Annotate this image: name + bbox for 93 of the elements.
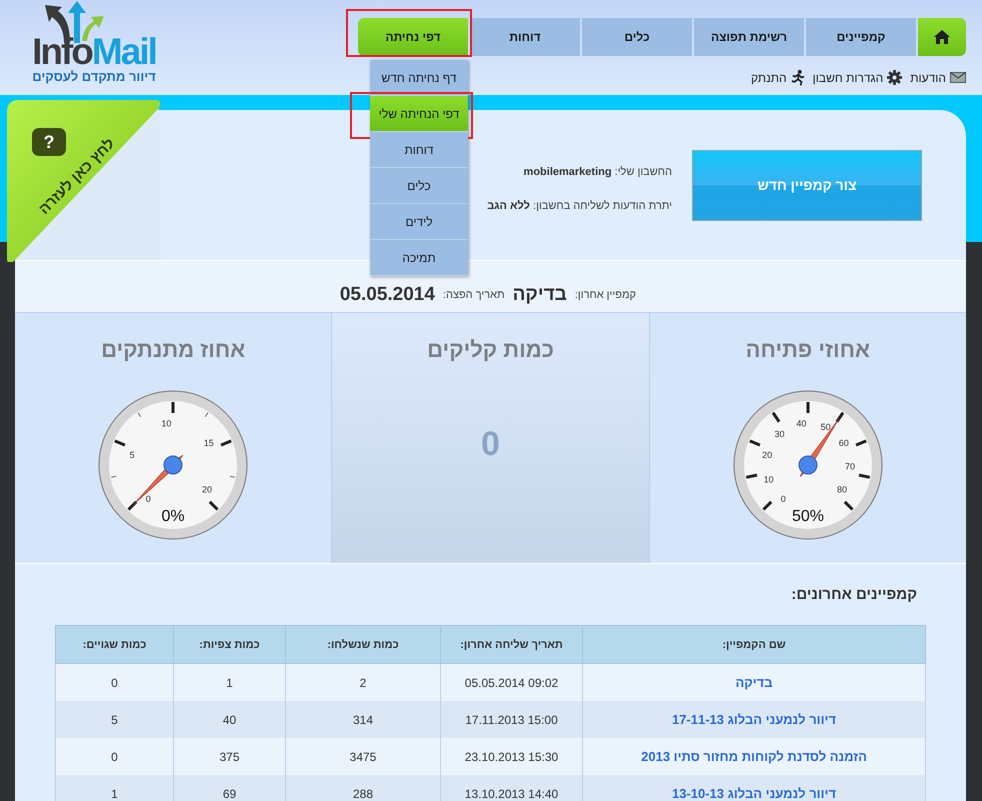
- table-cell: 13.10.2013 14:40: [440, 775, 582, 801]
- table-cell: 0: [56, 738, 174, 775]
- gauge-scale-label: 0: [780, 494, 786, 504]
- campaign-link[interactable]: דיוור לנמעני הבלוג 13-10-13: [582, 775, 926, 801]
- menu-item[interactable]: תמיכה: [370, 240, 468, 276]
- gauge-scale-label: 40: [796, 418, 806, 429]
- home-icon: [934, 30, 950, 44]
- user-link[interactable]: הגדרות חשבון: [812, 69, 902, 86]
- gauge-tick: [844, 500, 854, 511]
- table-cell: 375: [174, 738, 286, 775]
- gauge-scale-label: 15: [204, 438, 214, 448]
- campaign-link[interactable]: בדיקה: [582, 664, 926, 701]
- gauge-tick: [772, 412, 780, 423]
- user-link[interactable]: התנתק: [750, 69, 805, 86]
- user-link[interactable]: הודעות: [910, 69, 966, 86]
- message-balance-text: יתרת הודעות לשליחה בחשבון: ללא הגב: [487, 200, 672, 212]
- campaign-link[interactable]: הזמנה לסדנת לקוחות מחזור סתיו 2013: [582, 738, 926, 775]
- menu-item[interactable]: דפי הנחיתה שלי: [370, 96, 468, 132]
- column-header: כמות צפיות:: [174, 626, 286, 664]
- section-title: קמפיינים אחרונים:: [790, 586, 918, 603]
- menu-item[interactable]: דף נחיתה חדש: [370, 60, 468, 96]
- running-figure-icon: [790, 69, 805, 86]
- last-campaign-label: קמפיין אחרון:: [574, 288, 636, 300]
- gauge-tick: [128, 500, 138, 511]
- gauge-tick: [855, 440, 867, 446]
- menu-item[interactable]: כלים: [370, 168, 468, 204]
- stat-title: כמות קליקים: [427, 337, 554, 363]
- gauge-scale-label: 5: [130, 450, 135, 460]
- table-cell: 69: [174, 775, 286, 801]
- gauge-scale-label: 50: [820, 422, 830, 432]
- column-header: שם הקמפיין:: [582, 626, 926, 664]
- table-cell: 0: [56, 664, 174, 701]
- menu-item[interactable]: לידים: [370, 204, 468, 240]
- gauge-tick: [220, 440, 232, 446]
- stat-title: אחוז מתנתקים: [101, 337, 246, 363]
- gauge-scale-label: 20: [762, 450, 772, 460]
- gauge-scale-label: 20: [202, 484, 212, 495]
- table-cell: 3475: [286, 738, 440, 775]
- table-cell: 288: [286, 775, 440, 801]
- table-cell: 5: [56, 701, 174, 738]
- gauge-hub: [164, 456, 183, 474]
- stat-title: אחוזי פתיחה: [746, 337, 870, 363]
- table-cell: 2: [286, 664, 440, 701]
- nav-tab[interactable]: קמפיינים: [806, 18, 916, 56]
- logo-wordmark: InfoMail: [32, 37, 156, 67]
- column-header: תאריך שליחה אחרון:: [440, 626, 582, 664]
- gauge-tick: [204, 412, 209, 418]
- gauge-scale-label: 80: [836, 484, 847, 495]
- gauge-scale-label: 30: [774, 429, 784, 440]
- nav-tab[interactable]: דפי נחיתה: [358, 18, 468, 56]
- column-header: כמות שגויים:: [56, 626, 174, 664]
- gauge-tick: [749, 440, 760, 446]
- gauge-tick: [858, 474, 870, 479]
- gauge-tick: [762, 500, 772, 511]
- envelope-icon: [950, 72, 966, 83]
- table-cell: 17.11.2013 15:00: [440, 701, 582, 738]
- gauge-tick: [138, 412, 142, 418]
- campaign-link[interactable]: דיוור לנמעני הבלוג 17-11-13: [582, 701, 926, 738]
- table-cell: 1: [174, 664, 286, 701]
- help-ribbon[interactable]: ? לחץ כאן לעזרה: [5, 100, 161, 262]
- table-cell: 05.05.2014 09:02: [440, 664, 582, 701]
- gauge-reading: 0%: [162, 508, 185, 525]
- gauge-scale-label: 10: [763, 474, 774, 485]
- nav-tab[interactable]: רשימת תפוצה: [694, 18, 804, 56]
- gauge-tick: [114, 440, 126, 446]
- menu-item[interactable]: דוחות: [370, 132, 468, 168]
- click-count: 0: [481, 425, 500, 464]
- table-cell: 314: [286, 701, 440, 738]
- gauge-tick: [172, 402, 175, 413]
- gauge-scale-label: 0: [146, 494, 151, 504]
- table-cell: 1: [56, 775, 174, 801]
- gauge-tick: [806, 402, 810, 413]
- gauge-scale-label: 60: [838, 438, 849, 448]
- gauge-tick: [110, 476, 117, 478]
- gauge-tick: [208, 500, 219, 511]
- home-button[interactable]: [918, 18, 966, 56]
- column-header: כמות שנשלחו:: [286, 626, 440, 664]
- nav-tab[interactable]: דוחות: [470, 18, 580, 56]
- gear-icon: [887, 70, 902, 85]
- gauge-reading: 50%: [792, 508, 824, 525]
- gauge-hub: [798, 456, 818, 474]
- gauge-scale-label: 70: [844, 462, 855, 472]
- send-date-label: תאריך הפצה:: [442, 288, 505, 300]
- last-campaign-name: בדיקה: [512, 284, 567, 306]
- gauge-tick: [835, 412, 844, 423]
- gauge-scale-label: 10: [162, 418, 172, 429]
- logo-tagline: דיוור מתקדם לעסקים: [32, 69, 156, 84]
- table-cell: 40: [174, 701, 286, 738]
- send-date-value: 05.05.2014: [340, 284, 435, 306]
- gauge-tick: [230, 476, 236, 478]
- nav-tab[interactable]: כלים: [582, 18, 692, 56]
- table-cell: 23.10.2013 15:30: [440, 738, 582, 775]
- gauge-tick: [746, 474, 758, 479]
